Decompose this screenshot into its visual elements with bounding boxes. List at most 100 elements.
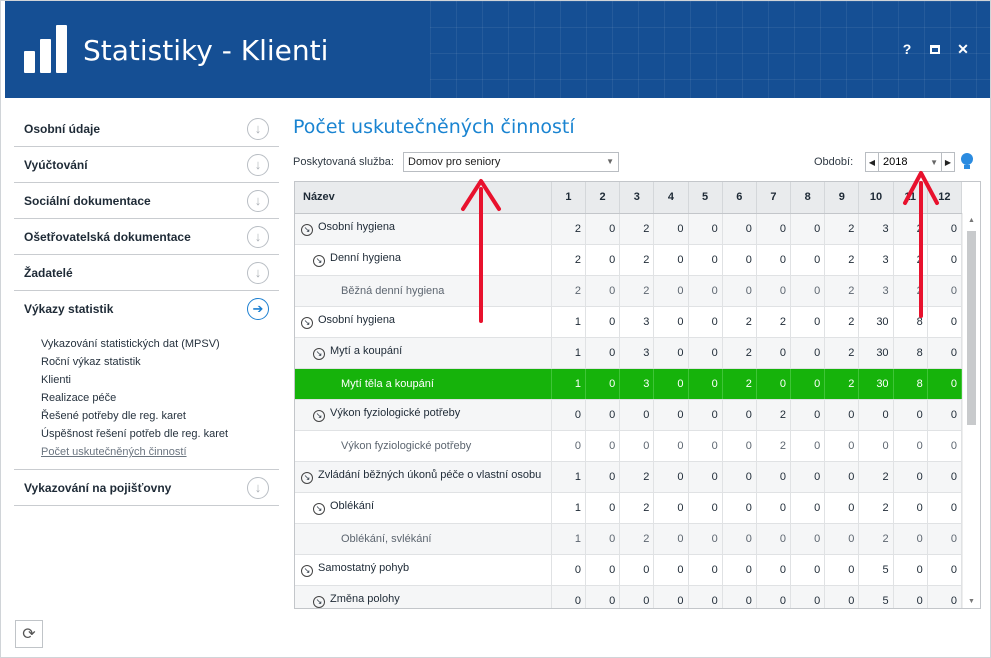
sidebar-item[interactable]: Ošetřovatelská dokumentace ↓ <box>14 219 279 255</box>
value-cell: 0 <box>756 275 792 307</box>
sidebar-item-label: Žadatelé <box>24 265 73 280</box>
value-cell: 0 <box>927 399 963 431</box>
column-header-month[interactable]: 2 <box>585 182 621 214</box>
expand-circle-icon[interactable]: ↘ <box>301 317 313 329</box>
row-name: Osobní hygiena <box>318 221 396 233</box>
value-cell: 2 <box>756 399 792 431</box>
period-next-button[interactable]: ▶ <box>941 152 955 172</box>
value-cell: 0 <box>585 306 621 338</box>
expand-circle-icon[interactable]: ↓ <box>247 476 269 499</box>
column-header-month[interactable]: 7 <box>756 182 792 214</box>
value-cell: 2 <box>824 337 860 369</box>
value-cell: 0 <box>722 461 757 493</box>
value-cell: 2 <box>756 306 792 338</box>
expand-circle-icon[interactable]: ↘ <box>301 224 313 236</box>
table-row[interactable]: Výkon fyziologické potřeby 0 0 0 0 0 0 2 0 0 0 0 0 <box>295 430 963 462</box>
sidebar-item[interactable]: Osobní údaje ↓ <box>14 111 279 147</box>
column-header-name[interactable]: Název <box>295 182 552 214</box>
value-cell: 0 <box>893 585 928 608</box>
table-row[interactable]: ↘ Denní hygiena 2 0 2 0 0 0 0 0 2 3 2 0 <box>295 244 963 276</box>
value-cell: 2 <box>619 275 655 307</box>
table-row[interactable]: ↘ Výkon fyziologické potřeby 0 0 0 0 0 0 2 0 0 0 0 0 <box>295 399 963 431</box>
column-header-month[interactable]: 8 <box>790 182 826 214</box>
value-cell: 3 <box>858 213 894 245</box>
refresh-button[interactable]: ⟳ <box>15 620 43 648</box>
expand-circle-icon[interactable]: ↘ <box>301 565 313 577</box>
sidebar-item-label: Ošetřovatelská dokumentace <box>24 229 191 244</box>
value-cell: 30 <box>858 368 894 400</box>
scroll-down-icon[interactable]: ▼ <box>968 598 975 605</box>
arrow-right-circle-icon[interactable]: ➔ <box>247 298 269 320</box>
service-select[interactable]: Domov pro seniory ▼ <box>403 152 619 172</box>
expand-circle-icon[interactable]: ↘ <box>313 596 325 608</box>
sidebar-subitem[interactable]: Vykazování statistických dat (MPSV) <box>41 335 279 353</box>
value-cell: 0 <box>619 554 655 586</box>
period-prev-button[interactable]: ◀ <box>865 152 879 172</box>
column-header-month[interactable]: 4 <box>653 182 689 214</box>
scrollbar-thumb[interactable] <box>967 231 976 425</box>
table-row[interactable]: Mytí těla a koupání 1 0 3 0 0 2 0 0 2 30 8 0 <box>295 368 963 400</box>
sidebar-subitem[interactable]: Klienti <box>41 371 279 389</box>
row-name-cell: ↘ Zvládání běžných úkonů péče o vlastní o… <box>295 461 552 493</box>
expand-circle-icon[interactable]: ↘ <box>313 255 325 267</box>
expand-circle-icon[interactable]: ↘ <box>313 410 325 422</box>
value-cell: 0 <box>688 244 723 276</box>
value-cell: 0 <box>619 399 655 431</box>
column-header-month[interactable]: 12 <box>927 182 963 214</box>
expand-circle-icon[interactable]: ↓ <box>247 189 269 212</box>
expand-circle-icon[interactable]: ↘ <box>313 503 325 515</box>
table-row[interactable]: ↘ Mytí a koupání 1 0 3 0 0 2 0 0 2 30 8 0 <box>295 337 963 369</box>
row-name-cell: Mytí těla a koupání <box>295 368 552 400</box>
expand-circle-icon[interactable]: ↓ <box>247 117 269 140</box>
table-row[interactable]: ↘ Změna polohy 0 0 0 0 0 0 0 0 0 5 0 0 <box>295 585 963 608</box>
sidebar-subitem[interactable]: Realizace péče <box>41 389 279 407</box>
expand-circle-icon[interactable]: ↓ <box>247 153 269 176</box>
vertical-scrollbar[interactable]: ▲ ▼ <box>962 213 980 608</box>
table-row[interactable]: ↘ Oblékání 1 0 2 0 0 0 0 0 0 2 0 0 <box>295 492 963 524</box>
lightbulb-icon[interactable] <box>961 153 973 169</box>
column-header-month[interactable]: 11 <box>893 182 928 214</box>
table-row[interactable]: Běžná denní hygiena 2 0 2 0 0 0 0 0 2 3 2 0 <box>295 275 963 307</box>
row-name: Změna polohy <box>330 593 400 605</box>
sidebar-item[interactable]: Vyúčtování ↓ <box>14 147 279 183</box>
row-name: Výkon fyziologické potřeby <box>330 407 461 419</box>
sidebar-subitem[interactable]: Počet uskutečněných činností <box>41 443 279 461</box>
value-cell: 0 <box>585 461 621 493</box>
sidebar-subitem[interactable]: Úspěšnost řešení potřeb dle reg. karet <box>41 425 279 443</box>
column-header-month[interactable]: 6 <box>722 182 757 214</box>
table-row[interactable]: ↘ Samostatný pohyb 0 0 0 0 0 0 0 0 0 5 0 0 <box>295 554 963 586</box>
row-name-cell: Běžná denní hygiena <box>295 275 552 307</box>
table-row[interactable]: ↘ Osobní hygiena 1 0 3 0 0 2 2 0 2 30 8 0 <box>295 306 963 338</box>
table-row[interactable]: ↘ Osobní hygiena 2 0 2 0 0 0 0 0 2 3 2 0 <box>295 213 963 245</box>
value-cell: 1 <box>551 337 587 369</box>
sidebar-item[interactable]: Výkazy statistik ➔ <box>14 291 279 327</box>
table-row[interactable]: Oblékání, svlékání 1 0 2 0 0 0 0 0 0 2 0 0 <box>295 523 963 555</box>
column-header-month[interactable]: 9 <box>824 182 860 214</box>
sidebar-subitem[interactable]: Řešené potřeby dle reg. karet <box>41 407 279 425</box>
column-header-month[interactable]: 1 <box>551 182 587 214</box>
scroll-up-icon[interactable]: ▲ <box>968 217 975 224</box>
value-cell: 0 <box>688 399 723 431</box>
value-cell: 0 <box>722 430 757 462</box>
expand-circle-icon[interactable]: ↘ <box>313 348 325 360</box>
sidebar-item[interactable]: Sociální dokumentace ↓ <box>14 183 279 219</box>
sidebar-item[interactable]: Žadatelé ↓ <box>14 255 279 291</box>
table-row[interactable]: ↘ Zvládání běžných úkonů péče o vlastní o… <box>295 461 963 493</box>
expand-circle-icon[interactable]: ↓ <box>247 225 269 248</box>
column-header-month[interactable]: 10 <box>858 182 894 214</box>
sidebar-subitem[interactable]: Roční výkaz statistik <box>41 353 279 371</box>
expand-circle-icon[interactable]: ↓ <box>247 261 269 284</box>
maximize-button[interactable] <box>928 41 942 58</box>
expand-circle-icon[interactable]: ↘ <box>301 472 313 484</box>
sidebar-item-label: Osobní údaje <box>24 121 101 136</box>
sidebar: Osobní údaje ↓ Vyúčtování ↓ Sociální dokumen… <box>14 111 279 506</box>
value-cell: 0 <box>653 523 689 555</box>
close-button[interactable]: ✕ <box>956 41 970 58</box>
period-select[interactable]: 2018 ▼ <box>879 152 941 172</box>
value-cell: 2 <box>893 213 928 245</box>
column-header-month[interactable]: 5 <box>688 182 723 214</box>
help-button[interactable]: ? <box>900 41 914 58</box>
sidebar-item[interactable]: Vykazování na pojišťovny ↓ <box>14 470 279 506</box>
value-cell: 0 <box>585 244 621 276</box>
column-header-month[interactable]: 3 <box>619 182 655 214</box>
